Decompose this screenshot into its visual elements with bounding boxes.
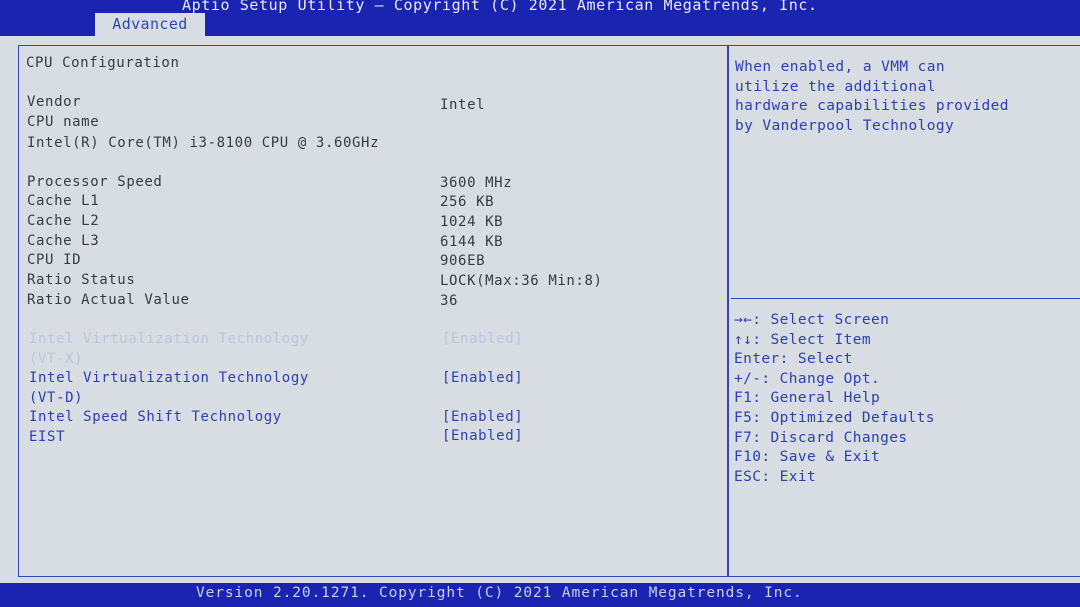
key-desc: Discard Changes (770, 429, 908, 446)
key-row-exit: ESC: Exit (734, 468, 935, 488)
key-desc: Select (797, 351, 853, 368)
key-row-discard-changes: F7: Discard Changes (734, 429, 935, 449)
key-label: ESC: (734, 468, 771, 485)
ratio-actual-label: Ratio Actual Value (27, 292, 190, 308)
vtx-option-label[interactable]: Intel Virtualization Technology (29, 330, 309, 349)
cache-l3-label: Cache L3 (27, 233, 100, 249)
section-title: CPU Configuration (26, 55, 180, 71)
vtd-option-label[interactable]: Intel Virtualization Technology (29, 369, 309, 388)
ratio-actual-value: 36 (440, 293, 459, 309)
key-desc: Select Item (770, 331, 871, 348)
cpu-id-value: 906EB (440, 253, 486, 269)
key-desc: General Help (770, 390, 881, 407)
help-line: When enabled, a VMM can (735, 59, 945, 75)
key-desc: Exit (779, 468, 817, 485)
vtx-option-label-suffix[interactable]: (VT-X) (29, 350, 83, 369)
tab-advanced[interactable]: Advanced (95, 13, 205, 36)
vertical-divider (727, 45, 729, 577)
key-desc: Save & Exit (779, 449, 881, 466)
ratio-status-label: Ratio Status (27, 272, 136, 288)
vendor-label: Vendor (27, 94, 82, 110)
vendor-value: Intel (440, 97, 486, 113)
cpu-name-label: CPU name (27, 114, 100, 130)
key-desc: Optimized Defaults (770, 409, 935, 426)
help-line: by Vanderpool Technology (735, 117, 955, 134)
key-label: ↑↓: (734, 331, 762, 348)
key-label: →←: (734, 312, 762, 328)
footer-text: Version 2.20.1271. Copyright (C) 2021 Am… (196, 585, 803, 601)
key-row-general-help: F1: General Help (734, 389, 935, 409)
title-text: Aptio Setup Utility – Copyright (C) 2021… (182, 0, 818, 14)
eist-option-label[interactable]: EIST (29, 428, 65, 447)
key-label: F5: (734, 409, 762, 426)
cache-l2-label: Cache L2 (27, 213, 100, 229)
key-label: F7: (734, 429, 762, 446)
key-row-enter: Enter: Select (734, 350, 935, 370)
help-line: utilize the additional (735, 78, 936, 95)
processor-speed-label: Processor Speed (27, 174, 163, 190)
key-label: +/-: (734, 370, 771, 387)
cpu-name-value: Intel(R) Core(TM) i3-8100 CPU @ 3.60GHz (27, 135, 380, 151)
key-row-change-opt: +/-: Change Opt. (734, 370, 935, 390)
processor-speed-value: 3600 MHz (440, 175, 513, 191)
key-row-optimized-defaults: F5: Optimized Defaults (734, 409, 935, 429)
cache-l1-label: Cache L1 (27, 193, 100, 209)
cpu-id-label: CPU ID (27, 252, 82, 268)
title-bar: Aptio Setup Utility – Copyright (C) 2021… (0, 0, 1080, 36)
key-label: F10: (734, 449, 771, 466)
key-row-save-exit: F10: Save & Exit (734, 448, 935, 468)
vtd-option-value[interactable]: [Enabled] (442, 369, 523, 388)
vtx-option-value[interactable]: [Enabled] (442, 330, 523, 349)
cache-l1-value: 256 KB (440, 194, 495, 210)
key-desc: Change Opt. (779, 370, 881, 387)
key-label: Enter: (734, 351, 789, 368)
speed-shift-option-value[interactable]: [Enabled] (442, 408, 523, 427)
help-line: hardware capabilities provided (735, 98, 1009, 114)
key-row-select-item: ↑↓: Select Item (734, 331, 935, 351)
cache-l2-value: 1024 KB (440, 214, 504, 230)
cache-l3-value: 6144 KB (440, 234, 504, 250)
help-divider (731, 298, 1080, 299)
vtd-option-label-suffix[interactable]: (VT-D) (29, 389, 83, 408)
key-row-select-screen: →←: Select Screen (734, 311, 935, 331)
key-desc: Select Screen (770, 312, 890, 328)
key-legend: →←: Select Screen ↑↓: Select Item Enter:… (734, 311, 935, 487)
speed-shift-option-label[interactable]: Intel Speed Shift Technology (29, 408, 282, 427)
eist-option-value[interactable]: [Enabled] (442, 427, 523, 446)
key-label: F1: (734, 390, 762, 407)
help-panel: When enabled, a VMM can utilize the addi… (735, 58, 1075, 136)
ratio-status-value: LOCK(Max:36 Min:8) (440, 273, 603, 289)
footer-bar: Version 2.20.1271. Copyright (C) 2021 Am… (0, 583, 1080, 607)
